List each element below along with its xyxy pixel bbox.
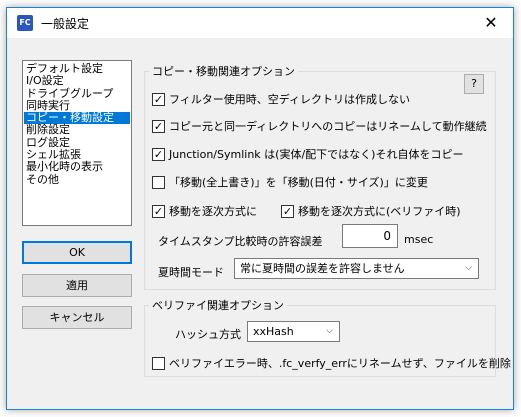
opt-copy-junction-itself[interactable]: ✓ Junction/Symlink は(実体/配下ではなく)それ自体をコピー [152, 146, 463, 162]
checkbox-label: コピー元と同一ディレクトリへのコピーはリネームして動作継続 [169, 120, 487, 133]
opt-sequential-move[interactable]: ✓ 移動を逐次方式に [152, 203, 257, 219]
hash-method-label: ハッシュ方式 [175, 328, 241, 341]
checkbox[interactable]: ✓ [152, 119, 165, 133]
hash-method-value: xxHash [253, 325, 294, 338]
help-button[interactable]: ? [464, 74, 484, 94]
title-bar[interactable]: FC 一般設定 ✕ [7, 8, 513, 38]
checkbox[interactable] [152, 356, 165, 370]
checkbox[interactable]: ✓ [281, 204, 294, 218]
cancel-button[interactable]: キャンセル [22, 306, 132, 329]
chevron-down-icon: ⌵ [465, 263, 472, 273]
checkbox-label: 移動を逐次方式に [169, 205, 257, 218]
window-title: 一般設定 [41, 17, 90, 31]
opt-delete-on-verify-error[interactable]: ベリファイエラー時、.fc_verfy_errにリネームせず、ファイルを削除 [152, 355, 511, 371]
opt-no-empty-dirs[interactable]: ✓ フィルター使用時、空ディレクトリは作成しない [152, 91, 410, 107]
sidebar-item[interactable]: I/O設定 [24, 74, 130, 87]
copy-move-group-title: コピー・移動関連オプション [149, 63, 298, 79]
app-icon: FC [17, 15, 33, 31]
opt-rename-same-dir[interactable]: ✓ コピー元と同一ディレクトリへのコピーはリネームして動作継続 [152, 118, 487, 134]
checkbox-label: 移動を逐次方式に(ベリファイ時) [298, 205, 461, 218]
checkbox[interactable] [152, 175, 165, 189]
sidebar-item[interactable]: 最小化時の表示 [24, 161, 130, 174]
dst-mode-value: 常に夏時間の誤差を許容しません [240, 262, 405, 275]
checkbox-label: ベリファイエラー時、.fc_verfy_errにリネームせず、ファイルを削除 [169, 357, 511, 370]
checkbox[interactable]: ✓ [152, 147, 165, 161]
chevron-down-icon: ⌵ [326, 326, 333, 336]
settings-category-list[interactable]: デフォルト設定 I/O設定 ドライブグループ 同時実行 コピー・移動設定 削除設定 ログ設定… [22, 60, 132, 226]
ok-button[interactable]: OK [22, 241, 132, 264]
opt-move-overwrite-to-date-size[interactable]: 「移動(全上書き)」を「移動(日付・サイズ)」に変更 [152, 174, 428, 190]
opt-sequential-move-verify[interactable]: ✓ 移動を逐次方式に(ベリファイ時) [281, 203, 461, 219]
sidebar-item[interactable]: 削除設定 [24, 124, 130, 137]
dst-mode-select[interactable]: 常に夏時間の誤差を許容しません ⌵ [234, 258, 479, 279]
timestamp-unit-label: msec [404, 233, 434, 246]
checkbox-label: 「移動(全上書き)」を「移動(日付・サイズ)」に変更 [169, 176, 428, 189]
timestamp-tolerance-label: タイムスタンプ比較時の許容誤差 [158, 235, 323, 248]
checkbox-label: フィルター使用時、空ディレクトリは作成しない [169, 93, 411, 106]
dst-mode-label: 夏時間モード [158, 266, 224, 279]
hash-method-select[interactable]: xxHash ⌵ [247, 321, 340, 342]
sidebar-item[interactable]: その他 [24, 173, 130, 186]
settings-dialog: FC 一般設定 ✕ デフォルト設定 I/O設定 ドライブグループ 同時実行 コピー・移動… [6, 7, 514, 410]
apply-button[interactable]: 適用 [22, 274, 132, 297]
close-icon[interactable]: ✕ [469, 8, 513, 38]
checkbox-label: Junction/Symlink は(実体/配下ではなく)それ自体をコピー [169, 148, 464, 161]
timestamp-tolerance-input[interactable]: 0 [342, 224, 398, 248]
checkbox[interactable]: ✓ [152, 204, 165, 218]
checkbox[interactable]: ✓ [152, 92, 165, 106]
verify-group-title: ベリファイ関連オプション [149, 297, 287, 313]
